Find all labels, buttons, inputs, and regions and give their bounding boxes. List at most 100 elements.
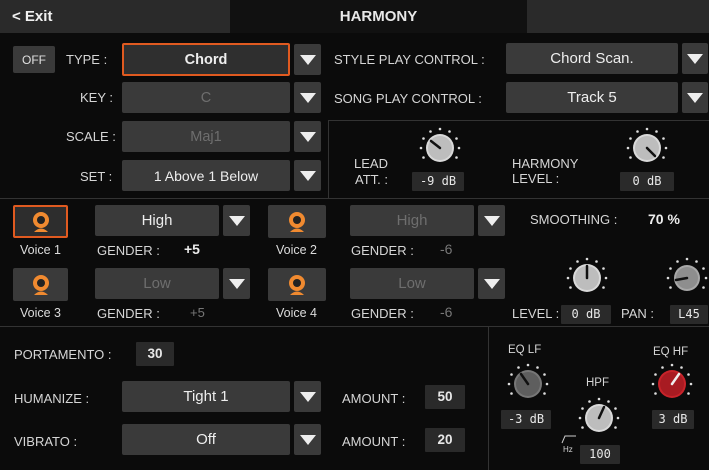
portamento-label: PORTAMENTO : bbox=[14, 347, 112, 362]
vibrato-label: VIBRATO : bbox=[14, 434, 78, 449]
key-select[interactable]: C bbox=[122, 82, 290, 113]
level-knob[interactable] bbox=[565, 256, 609, 300]
pan-knob[interactable] bbox=[665, 256, 709, 300]
lead-att-value: -9 dB bbox=[412, 172, 464, 191]
lead-att-knob[interactable] bbox=[418, 126, 462, 170]
vibrato-amount-label: AMOUNT : bbox=[342, 434, 406, 449]
voice-2-dropdown-arrow[interactable] bbox=[478, 205, 505, 236]
voice-1-button[interactable] bbox=[13, 205, 68, 238]
voice-2-label: Voice 2 bbox=[276, 243, 318, 257]
voice-4-button[interactable] bbox=[268, 268, 326, 301]
level-value: 0 dB bbox=[561, 305, 611, 324]
eq-lf-value: -3 dB bbox=[501, 410, 551, 429]
portamento-value[interactable]: 30 bbox=[136, 342, 174, 366]
voice-1-gender-label: GENDER : bbox=[97, 243, 160, 258]
voice-3-button[interactable] bbox=[13, 268, 68, 301]
song-play-dropdown-arrow[interactable] bbox=[682, 82, 708, 113]
smoothing-value[interactable]: 70 % bbox=[648, 211, 680, 227]
key-dropdown-arrow[interactable] bbox=[294, 82, 321, 113]
chevron-down-icon bbox=[228, 278, 245, 289]
voice-3-gender-label: GENDER : bbox=[97, 306, 160, 321]
exit-button[interactable]: < Exit bbox=[0, 0, 230, 33]
singer-icon bbox=[32, 211, 49, 232]
harmony-level-value: 0 dB bbox=[620, 172, 674, 191]
voice-4-label: Voice 4 bbox=[276, 306, 318, 320]
page-title: HARMONY bbox=[339, 8, 418, 25]
voice-2-gender-label: GENDER : bbox=[351, 243, 414, 258]
off-button[interactable]: OFF bbox=[13, 46, 55, 73]
type-label: TYPE : bbox=[66, 52, 108, 67]
humanize-dropdown-arrow[interactable] bbox=[294, 381, 321, 412]
chevron-down-icon bbox=[228, 215, 245, 226]
voice-1-label: Voice 1 bbox=[20, 243, 62, 257]
style-play-dropdown-arrow[interactable] bbox=[682, 43, 708, 74]
voice-1-gender-value: +5 bbox=[184, 241, 200, 257]
voice-2-button[interactable] bbox=[268, 205, 326, 238]
vibrato-dropdown-arrow[interactable] bbox=[294, 424, 321, 455]
humanize-amount-value[interactable]: 50 bbox=[425, 385, 465, 409]
vibrato-amount-value[interactable]: 20 bbox=[425, 428, 465, 452]
eq-lf-knob[interactable] bbox=[506, 362, 550, 406]
divider bbox=[328, 120, 709, 121]
set-dropdown-arrow[interactable] bbox=[294, 160, 321, 191]
key-label: KEY : bbox=[80, 90, 114, 105]
chevron-down-icon bbox=[483, 278, 500, 289]
chevron-down-icon bbox=[299, 131, 316, 142]
eq-lf-label: EQ LF bbox=[508, 344, 542, 356]
chevron-down-icon bbox=[483, 215, 500, 226]
chevron-down-icon bbox=[299, 54, 316, 65]
chevron-down-icon bbox=[299, 92, 316, 103]
song-play-control-select[interactable]: Track 5 bbox=[506, 82, 678, 113]
vibrato-select[interactable]: Off bbox=[122, 424, 290, 455]
divider bbox=[488, 326, 489, 470]
voice-3-dropdown-arrow[interactable] bbox=[223, 268, 250, 299]
voice-1-dropdown-arrow[interactable] bbox=[223, 205, 250, 236]
voice-2-range-select[interactable]: High bbox=[350, 205, 474, 236]
chevron-down-icon bbox=[299, 391, 316, 402]
singer-icon bbox=[289, 211, 305, 232]
humanize-label: HUMANIZE : bbox=[14, 391, 90, 406]
hpf-value: 100 bbox=[580, 445, 620, 464]
style-play-control-select[interactable]: Chord Scan. bbox=[506, 43, 678, 74]
hpf-knob[interactable] bbox=[577, 396, 621, 440]
voice-4-gender-label: GENDER : bbox=[351, 306, 414, 321]
eq-hf-label: EQ HF bbox=[653, 346, 689, 358]
chevron-down-icon bbox=[687, 53, 703, 64]
style-play-control-label: STYLE PLAY CONTROL : bbox=[334, 52, 485, 67]
harmony-level-label-2: LEVEL : bbox=[512, 171, 560, 186]
set-label: SET : bbox=[80, 169, 113, 184]
voice-3-label: Voice 3 bbox=[20, 306, 62, 320]
voice-1-range-select[interactable]: High bbox=[95, 205, 219, 236]
chevron-down-icon bbox=[299, 170, 316, 181]
harmony-level-knob[interactable] bbox=[625, 126, 669, 170]
exit-label: < Exit bbox=[12, 8, 53, 25]
chevron-down-icon bbox=[687, 92, 703, 103]
pan-value: L45 bbox=[670, 305, 708, 324]
level-label: LEVEL : bbox=[512, 306, 560, 321]
singer-icon bbox=[289, 274, 305, 295]
voice-3-gender-value: +5 bbox=[190, 305, 205, 320]
divider bbox=[0, 326, 709, 327]
type-select[interactable]: Chord bbox=[122, 43, 290, 76]
lead-att-label-1: LEAD bbox=[354, 156, 388, 171]
lead-att-label-2: ATT. : bbox=[355, 172, 388, 187]
type-dropdown-arrow[interactable] bbox=[294, 44, 321, 75]
singer-icon bbox=[32, 274, 49, 295]
humanize-select[interactable]: Tight 1 bbox=[122, 381, 290, 412]
pan-label: PAN : bbox=[621, 306, 654, 321]
hz-label: Hz bbox=[563, 445, 573, 454]
scale-dropdown-arrow[interactable] bbox=[294, 121, 321, 152]
divider bbox=[328, 120, 329, 198]
hpf-curve-icon bbox=[561, 435, 576, 444]
eq-hf-value: 3 dB bbox=[652, 410, 694, 429]
eq-hf-knob[interactable] bbox=[650, 362, 694, 406]
voice-4-dropdown-arrow[interactable] bbox=[478, 268, 505, 299]
voice-3-range-select[interactable]: Low bbox=[95, 268, 219, 299]
song-play-control-label: SONG PLAY CONTROL : bbox=[334, 91, 482, 106]
chevron-down-icon bbox=[299, 434, 316, 445]
voice-4-range-select[interactable]: Low bbox=[350, 268, 474, 299]
scale-select[interactable]: Maj1 bbox=[122, 121, 290, 152]
set-select[interactable]: 1 Above 1 Below bbox=[122, 160, 290, 191]
smoothing-label: SMOOTHING : bbox=[530, 212, 618, 227]
voice-2-gender-value: -6 bbox=[440, 241, 453, 257]
